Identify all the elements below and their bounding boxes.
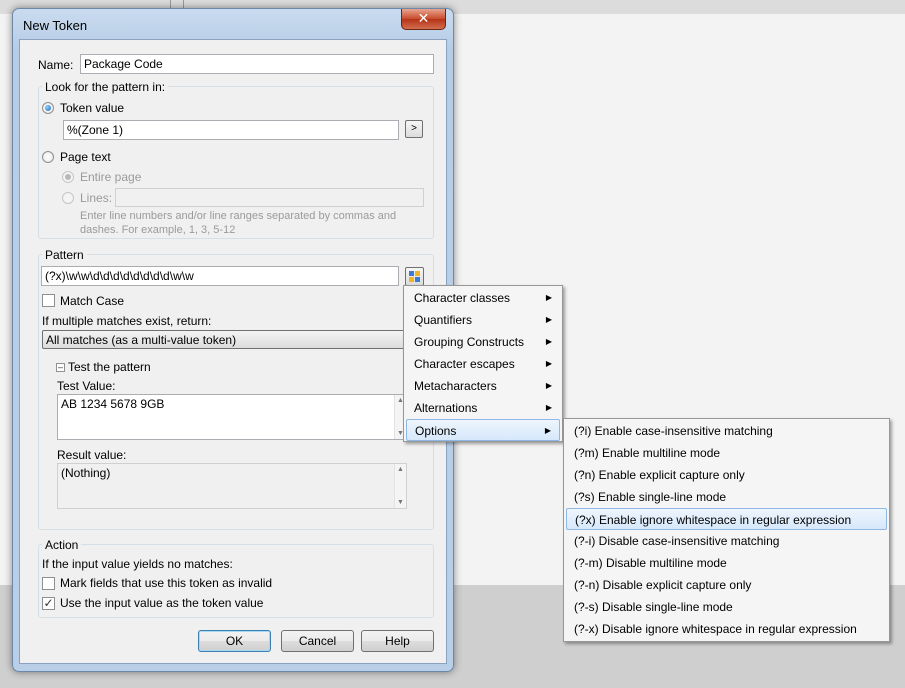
result-value-label: Result value: — [57, 448, 127, 462]
match-case-label: Match Case — [60, 294, 125, 308]
menu-item-label: Options — [415, 424, 457, 438]
result-value-text: (Nothing) — [61, 466, 111, 480]
regex-builder-menu: Character classes ▶ Quantifiers ▶ Groupi… — [403, 285, 563, 442]
option-label: (?-x) Disable ignore whitespace in regul… — [574, 622, 857, 636]
name-label: Name: — [38, 58, 74, 72]
option-enable-single-line[interactable]: (?s) Enable single-line mode — [566, 486, 887, 508]
close-icon: ✕ — [417, 10, 430, 26]
option-label: (?i) Enable case-insensitive matching — [574, 424, 773, 438]
option-label: (?n) Enable explicit capture only — [574, 468, 745, 482]
submenu-arrow-icon: ▶ — [545, 337, 552, 346]
cancel-button[interactable]: Cancel — [281, 630, 354, 652]
option-label: (?x) Enable ignore whitespace in regular… — [575, 513, 852, 527]
option-label: (?-m) Disable multiline mode — [574, 556, 727, 570]
option-disable-ignore-whitespace[interactable]: (?-x) Disable ignore whitespace in regul… — [566, 618, 887, 640]
action-group-title: Action — [42, 538, 82, 552]
option-disable-multiline[interactable]: (?-m) Disable multiline mode — [566, 552, 887, 574]
option-disable-case-insensitive[interactable]: (?-i) Disable case-insensitive matching — [566, 530, 887, 552]
option-label: (?-i) Disable case-insensitive matching — [574, 534, 780, 548]
token-value-label: Token value — [60, 101, 125, 115]
menu-item-label: Character classes — [414, 291, 511, 305]
option-enable-ignore-whitespace[interactable]: (?x) Enable ignore whitespace in regular… — [566, 508, 887, 530]
submenu-arrow-icon: ▶ — [544, 426, 551, 435]
pattern-builder-button[interactable] — [405, 267, 424, 286]
mark-invalid-checkbox[interactable] — [42, 577, 55, 590]
lines-input[interactable] — [115, 188, 424, 207]
option-label: (?-n) Disable explicit capture only — [574, 578, 752, 592]
menu-item-grouping-constructs[interactable]: Grouping Constructs ▶ — [406, 331, 560, 353]
multiple-matches-select[interactable]: All matches (as a multi-value token) — [42, 330, 424, 349]
option-disable-single-line[interactable]: (?-s) Disable single-line mode — [566, 596, 887, 618]
lines-label: Lines: — [80, 191, 113, 205]
menu-item-label: Quantifiers — [414, 313, 473, 327]
result-value-box: (Nothing) — [57, 463, 407, 509]
pattern-input[interactable]: (?x)\w\w\d\d\d\d\d\d\d\d\w\w — [41, 266, 399, 286]
title-bar[interactable]: New Token ✕ — [13, 9, 453, 39]
lines-hint-line1: Enter line numbers and/or line ranges se… — [80, 210, 397, 222]
result-value-scrollbar[interactable]: ▲ ▼ — [394, 464, 406, 508]
regex-builder-icon — [409, 271, 420, 282]
option-disable-explicit-capture[interactable]: (?-n) Disable explicit capture only — [566, 574, 887, 596]
name-input[interactable]: Package Code — [80, 54, 434, 74]
menu-item-character-classes[interactable]: Character classes ▶ — [406, 287, 560, 309]
option-label: (?s) Enable single-line mode — [574, 490, 727, 504]
option-enable-case-insensitive[interactable]: (?i) Enable case-insensitive matching — [566, 420, 887, 442]
option-label: (?-s) Disable single-line mode — [574, 600, 733, 614]
menu-item-label: Grouping Constructs — [414, 335, 525, 349]
lines-hint-line2: dashes. For example, 1, 3, 5-12 — [80, 224, 236, 236]
test-value-text: AB 1234 5678 9GB — [61, 397, 165, 411]
collapse-test-icon[interactable]: – — [56, 363, 65, 372]
help-button[interactable]: Help — [361, 630, 434, 652]
scroll-up-icon[interactable]: ▲ — [395, 466, 406, 473]
menu-item-character-escapes[interactable]: Character escapes ▶ — [406, 353, 560, 375]
multiple-matches-value: All matches (as a multi-value token) — [46, 333, 237, 347]
entire-page-radio[interactable] — [62, 171, 74, 183]
submenu-arrow-icon: ▶ — [545, 359, 552, 368]
menu-item-options[interactable]: Options ▶ — [406, 419, 560, 441]
submenu-arrow-icon: ▶ — [545, 381, 552, 390]
page-text-radio[interactable] — [42, 151, 54, 163]
token-value-radio[interactable] — [42, 102, 54, 114]
menu-item-label: Alternations — [414, 401, 478, 415]
use-input-label: Use the input value as the token value — [60, 596, 264, 610]
look-for-group-title: Look for the pattern in: — [42, 80, 169, 94]
multiple-matches-label: If multiple matches exist, return: — [42, 314, 212, 328]
checkmark-icon: ✓ — [43, 596, 54, 610]
menu-item-label: Metacharacters — [414, 379, 497, 393]
submenu-arrow-icon: ▶ — [545, 293, 552, 302]
option-enable-multiline[interactable]: (?m) Enable multiline mode — [566, 442, 887, 464]
menu-item-metacharacters[interactable]: Metacharacters ▶ — [406, 375, 560, 397]
submenu-arrow-icon: ▶ — [545, 403, 552, 412]
options-submenu: (?i) Enable case-insensitive matching (?… — [563, 418, 890, 642]
test-pattern-header: Test the pattern — [68, 360, 151, 374]
pattern-group-title: Pattern — [42, 248, 87, 262]
menu-item-alternations[interactable]: Alternations ▶ — [406, 397, 560, 419]
match-case-checkbox[interactable] — [42, 294, 55, 307]
scroll-down-icon[interactable]: ▼ — [395, 499, 406, 506]
test-value-label: Test Value: — [57, 379, 116, 393]
window-title: New Token — [23, 18, 88, 33]
mark-invalid-label: Mark fields that use this token as inval… — [60, 576, 273, 590]
entire-page-label: Entire page — [80, 170, 142, 184]
use-input-checkbox[interactable]: ✓ — [42, 597, 55, 610]
menu-item-quantifiers[interactable]: Quantifiers ▶ — [406, 309, 560, 331]
dialog-client-area: Name: Package Code Look for the pattern … — [19, 39, 447, 664]
option-enable-explicit-capture[interactable]: (?n) Enable explicit capture only — [566, 464, 887, 486]
token-insert-button[interactable]: > — [405, 120, 423, 138]
lines-radio[interactable] — [62, 192, 74, 204]
menu-item-label: Character escapes — [414, 357, 515, 371]
new-token-dialog: New Token ✕ Name: Package Code Look for … — [12, 8, 454, 672]
page-text-label: Page text — [60, 150, 111, 164]
submenu-arrow-icon: ▶ — [545, 315, 552, 324]
close-button[interactable]: ✕ — [401, 9, 446, 30]
no-match-label: If the input value yields no matches: — [42, 557, 233, 571]
arrow-right-icon: > — [411, 123, 417, 134]
token-value-input[interactable]: %(Zone 1) — [63, 120, 399, 140]
test-value-input[interactable]: AB 1234 5678 9GB — [57, 394, 407, 440]
option-label: (?m) Enable multiline mode — [574, 446, 721, 460]
ok-button[interactable]: OK — [198, 630, 271, 652]
